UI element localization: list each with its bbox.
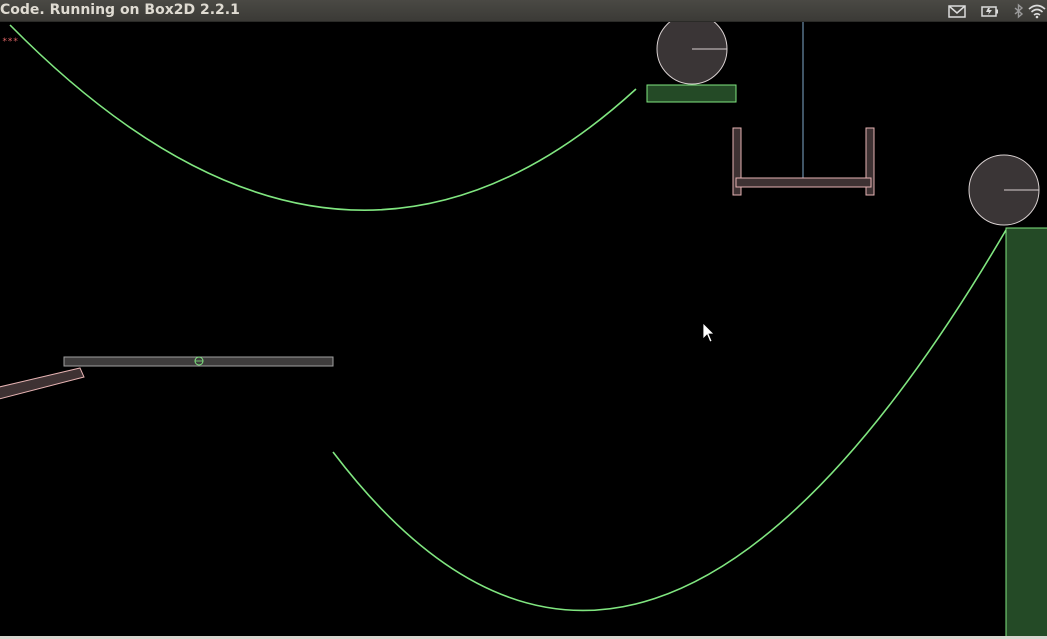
tilted-plank bbox=[0, 367, 85, 400]
top-ball bbox=[656, 22, 728, 85]
mail-icon[interactable] bbox=[948, 3, 966, 19]
static-pillar bbox=[1005, 227, 1047, 636]
right-ball bbox=[968, 154, 1040, 226]
static-ledge bbox=[646, 84, 737, 103]
debug-marker: *** bbox=[2, 37, 19, 47]
upper-curved-ramp bbox=[9, 24, 637, 211]
battery-icon[interactable] bbox=[981, 3, 999, 19]
bluetooth-icon[interactable] bbox=[1010, 3, 1028, 19]
seesaw-plank bbox=[63, 356, 334, 367]
simulation-canvas[interactable] bbox=[0, 22, 1047, 636]
window-title: Code. Running on Box2D 2.2.1 bbox=[0, 2, 240, 18]
lower-curved-ramp bbox=[332, 229, 1007, 612]
wifi-icon[interactable] bbox=[1028, 3, 1046, 19]
mouse-cursor-icon bbox=[702, 322, 715, 343]
title-bar[interactable]: Code. Running on Box2D 2.2.1 bbox=[0, 0, 1047, 22]
